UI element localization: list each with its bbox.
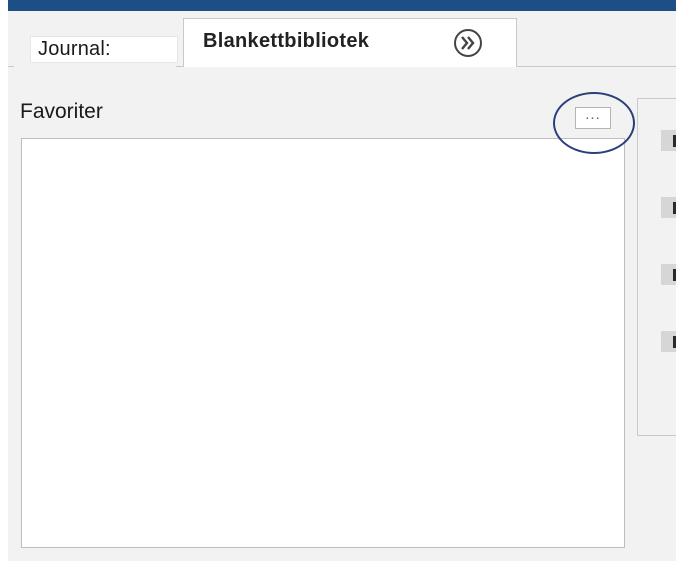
highlight-ring-annotation xyxy=(553,92,635,154)
tab-journal[interactable]: Journal: xyxy=(14,22,178,67)
favorites-list[interactable] xyxy=(21,138,625,548)
tab-blankettbibliotek[interactable]: Blankettbibliotek xyxy=(183,18,517,67)
double-chevron-right-icon[interactable] xyxy=(452,27,484,59)
favorites-label: Favoriter xyxy=(20,100,103,123)
details-field-stub xyxy=(661,331,676,352)
tab-journal-label: Journal: xyxy=(38,38,111,60)
tab-blankettbibliotek-label: Blankettbibliotek xyxy=(203,30,370,52)
header-accent-bar xyxy=(8,0,676,11)
details-field-stub xyxy=(661,197,676,218)
details-field-stub xyxy=(661,130,676,151)
details-field-stub xyxy=(661,264,676,285)
